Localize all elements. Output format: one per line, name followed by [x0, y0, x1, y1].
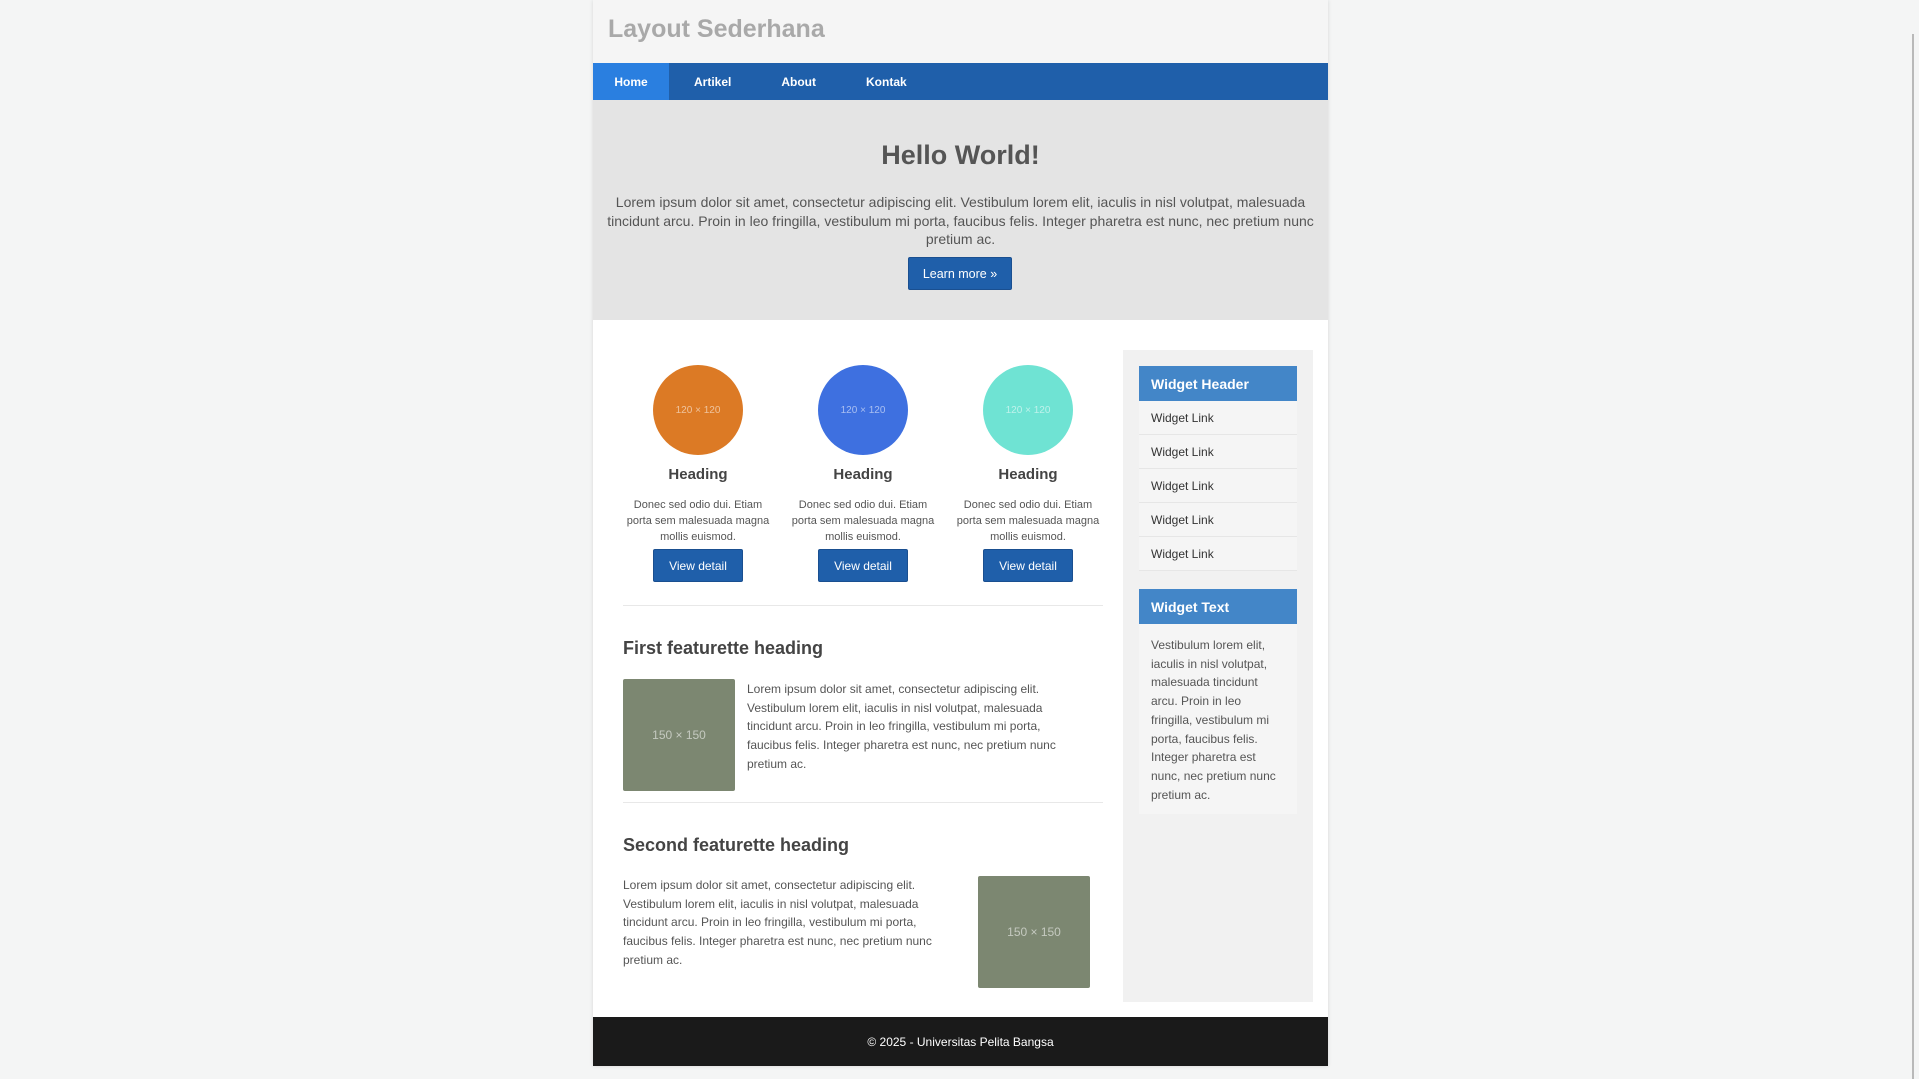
feature-image-placeholder: 120 × 120	[653, 365, 743, 455]
feature-circles: 120 × 120 Heading Donec sed odio dui. Et…	[623, 350, 1103, 582]
feature-heading: Heading	[833, 466, 893, 483]
feature-text: Donec sed odio dui. Etiam porta sem male…	[956, 499, 1100, 543]
widget-link[interactable]: Widget Link	[1139, 401, 1297, 435]
feature-heading: Heading	[668, 466, 728, 483]
feature-item: 120 × 120 Heading Donec sed odio dui. Et…	[788, 350, 938, 582]
widget-header: Widget Header	[1139, 366, 1297, 401]
divider	[623, 605, 1103, 606]
featurette-heading: Second featurette heading	[623, 835, 850, 855]
hero-section: Hello World! Lorem ipsum dolor sit amet,…	[593, 100, 1328, 320]
nav-item-kontak[interactable]: Kontak	[841, 63, 932, 100]
nav-item-artikel[interactable]: Artikel	[669, 63, 756, 100]
hero-text: Lorem ipsum dolor sit amet, consectetur …	[607, 194, 1314, 247]
sidebar: Widget Header Widget Link Widget Link Wi…	[1123, 350, 1313, 1002]
featurette-image-placeholder: 150 × 150	[623, 679, 735, 791]
widget-text-body: Vestibulum lorem elit, iaculis in nisl v…	[1139, 624, 1297, 815]
feature-heading: Heading	[998, 466, 1058, 483]
widget-link[interactable]: Widget Link	[1139, 503, 1297, 537]
nav-item-home[interactable]: Home	[593, 63, 669, 100]
divider	[623, 802, 1103, 803]
featurette-text: Lorem ipsum dolor sit amet, consectetur …	[623, 878, 932, 967]
widget-link[interactable]: Widget Link	[1139, 537, 1297, 571]
widget-links: Widget Header Widget Link Widget Link Wi…	[1139, 366, 1297, 571]
feature-item: 120 × 120 Heading Donec sed odio dui. Et…	[623, 350, 773, 582]
view-detail-button[interactable]: View detail	[983, 549, 1073, 582]
featurette-image-placeholder: 150 × 150	[978, 876, 1090, 988]
page-container: Layout Sederhana Home Artikel About Kont…	[593, 0, 1328, 1066]
widget-link[interactable]: Widget Link	[1139, 435, 1297, 469]
widget-header: Widget Text	[1139, 589, 1297, 624]
feature-item: 120 × 120 Heading Donec sed odio dui. Et…	[953, 350, 1103, 582]
learn-more-button[interactable]: Learn more »	[908, 257, 1012, 290]
widget-link[interactable]: Widget Link	[1139, 469, 1297, 503]
footer-text: © 2025 - Universitas Pelita Bangsa	[867, 1034, 1054, 1049]
feature-image-placeholder: 120 × 120	[983, 365, 1073, 455]
featurette-text: Lorem ipsum dolor sit amet, consectetur …	[747, 682, 1056, 771]
widget-text: Widget Text Vestibulum lorem elit, iacul…	[1139, 589, 1297, 815]
feature-text: Donec sed odio dui. Etiam porta sem male…	[791, 499, 935, 543]
page-scrollbar[interactable]	[1912, 34, 1914, 1079]
view-detail-button[interactable]: View detail	[653, 549, 743, 582]
featurette-heading: First featurette heading	[623, 638, 824, 658]
view-detail-button[interactable]: View detail	[818, 549, 908, 582]
feature-text: Donec sed odio dui. Etiam porta sem male…	[626, 499, 770, 543]
nav-item-about[interactable]: About	[756, 63, 841, 100]
site-header: Layout Sederhana	[593, 0, 1328, 63]
site-title: Layout Sederhana	[608, 15, 825, 43]
feature-image-placeholder: 120 × 120	[818, 365, 908, 455]
hero-title: Hello World!	[881, 140, 1040, 170]
main-navbar: Home Artikel About Kontak	[593, 63, 1328, 100]
site-footer: © 2025 - Universitas Pelita Bangsa	[593, 1017, 1328, 1066]
